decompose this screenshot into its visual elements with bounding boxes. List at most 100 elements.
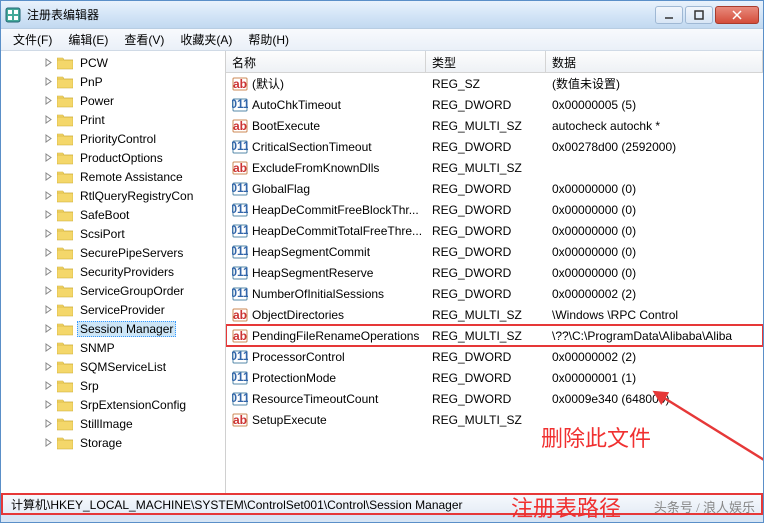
- menu-help[interactable]: 帮助(H): [240, 29, 297, 50]
- tree-item[interactable]: ServiceProvider: [1, 300, 225, 319]
- cell-type: REG_DWORD: [426, 96, 546, 114]
- expand-icon[interactable]: [43, 285, 54, 296]
- tree-item[interactable]: RtlQueryRegistryCon: [1, 186, 225, 205]
- maximize-button[interactable]: [685, 6, 713, 24]
- string-value-icon: ab: [232, 328, 248, 344]
- cell-name: abExcludeFromKnownDlls: [226, 158, 426, 178]
- list-row[interactable]: 011ProcessorControlREG_DWORD0x00000002 (…: [226, 346, 763, 367]
- folder-icon: [57, 436, 73, 450]
- list-row[interactable]: abExcludeFromKnownDllsREG_MULTI_SZ: [226, 157, 763, 178]
- cell-type: REG_MULTI_SZ: [426, 159, 546, 177]
- menu-view[interactable]: 查看(V): [116, 29, 172, 50]
- menu-file[interactable]: 文件(F): [5, 29, 60, 50]
- cell-data: autocheck autochk *: [546, 117, 763, 135]
- header-data[interactable]: 数据: [546, 51, 763, 72]
- tree-item[interactable]: Srp: [1, 376, 225, 395]
- binary-value-icon: 011: [232, 286, 248, 302]
- expand-icon[interactable]: [43, 95, 54, 106]
- tree-item[interactable]: SrpExtensionConfig: [1, 395, 225, 414]
- tree-item[interactable]: SafeBoot: [1, 205, 225, 224]
- expand-icon[interactable]: [43, 57, 54, 68]
- folder-icon: [57, 303, 73, 317]
- tree-item[interactable]: PriorityControl: [1, 129, 225, 148]
- list-panel: 名称 类型 数据 ab(默认)REG_SZ(数值未设置)011AutoChkTi…: [226, 51, 763, 493]
- list-row[interactable]: abPendingFileRenameOperationsREG_MULTI_S…: [226, 325, 763, 346]
- cell-name: 011HeapSegmentCommit: [226, 242, 426, 262]
- expand-icon[interactable]: [43, 399, 54, 410]
- svg-text:011: 011: [232, 139, 248, 153]
- list-row[interactable]: 011HeapDeCommitFreeBlockThr...REG_DWORD0…: [226, 199, 763, 220]
- value-name: PendingFileRenameOperations: [252, 329, 419, 343]
- list-row[interactable]: 011NumberOfInitialSessionsREG_DWORD0x000…: [226, 283, 763, 304]
- menu-favorites[interactable]: 收藏夹(A): [172, 29, 240, 50]
- expand-icon[interactable]: [43, 114, 54, 125]
- list-row[interactable]: 011GlobalFlagREG_DWORD0x00000000 (0): [226, 178, 763, 199]
- list-row[interactable]: 011ProtectionModeREG_DWORD0x00000001 (1): [226, 367, 763, 388]
- list-row[interactable]: 011ResourceTimeoutCountREG_DWORD0x0009e3…: [226, 388, 763, 409]
- folder-icon: [57, 417, 73, 431]
- value-name: ObjectDirectories: [252, 308, 344, 322]
- expand-icon[interactable]: [43, 171, 54, 182]
- expand-icon[interactable]: [43, 304, 54, 315]
- menu-edit[interactable]: 编辑(E): [60, 29, 116, 50]
- expand-icon[interactable]: [43, 266, 54, 277]
- binary-value-icon: 011: [232, 391, 248, 407]
- list-row[interactable]: ab(默认)REG_SZ(数值未设置): [226, 73, 763, 94]
- expand-icon[interactable]: [43, 190, 54, 201]
- expand-icon[interactable]: [43, 361, 54, 372]
- list-row[interactable]: abSetupExecuteREG_MULTI_SZ: [226, 409, 763, 430]
- tree-item[interactable]: Power: [1, 91, 225, 110]
- tree-item[interactable]: PnP: [1, 72, 225, 91]
- tree-item[interactable]: Print: [1, 110, 225, 129]
- string-value-icon: ab: [232, 118, 248, 134]
- tree-container[interactable]: PCWPnPPowerPrintPriorityControlProductOp…: [1, 51, 225, 493]
- close-button[interactable]: [715, 6, 759, 24]
- list-row[interactable]: 011HeapDeCommitTotalFreeThre...REG_DWORD…: [226, 220, 763, 241]
- minimize-button[interactable]: [655, 6, 683, 24]
- tree-item[interactable]: ScsiPort: [1, 224, 225, 243]
- expand-icon[interactable]: [43, 342, 54, 353]
- cell-name: abBootExecute: [226, 116, 426, 136]
- tree-item[interactable]: Storage: [1, 433, 225, 452]
- tree-item[interactable]: Remote Assistance: [1, 167, 225, 186]
- tree-item-label: ScsiPort: [77, 227, 128, 241]
- expand-icon[interactable]: [43, 437, 54, 448]
- tree-item[interactable]: SQMServiceList: [1, 357, 225, 376]
- list-row[interactable]: abObjectDirectoriesREG_MULTI_SZ\Windows …: [226, 304, 763, 325]
- header-type[interactable]: 类型: [426, 51, 546, 72]
- list-row[interactable]: 011HeapSegmentReserveREG_DWORD0x00000000…: [226, 262, 763, 283]
- expand-icon[interactable]: [43, 76, 54, 87]
- expand-icon[interactable]: [43, 228, 54, 239]
- list-row[interactable]: 011CriticalSectionTimeoutREG_DWORD0x0027…: [226, 136, 763, 157]
- list-row[interactable]: 011AutoChkTimeoutREG_DWORD0x00000005 (5): [226, 94, 763, 115]
- folder-icon: [57, 322, 73, 336]
- list-row[interactable]: abBootExecuteREG_MULTI_SZautocheck autoc…: [226, 115, 763, 136]
- cell-data: 0x00000000 (0): [546, 264, 763, 282]
- tree-item[interactable]: SecurityProviders: [1, 262, 225, 281]
- expand-icon[interactable]: [43, 152, 54, 163]
- svg-text:ab: ab: [233, 329, 247, 343]
- expand-icon[interactable]: [43, 380, 54, 391]
- tree-item[interactable]: SNMP: [1, 338, 225, 357]
- expand-icon[interactable]: [43, 209, 54, 220]
- tree-item[interactable]: ProductOptions: [1, 148, 225, 167]
- registry-editor-window: 注册表编辑器 文件(F) 编辑(E) 查看(V) 收藏夹(A) 帮助(H) PC…: [0, 0, 764, 523]
- tree-item-label: StillImage: [77, 417, 136, 431]
- tree-item[interactable]: StillImage: [1, 414, 225, 433]
- tree-item[interactable]: ServiceGroupOrder: [1, 281, 225, 300]
- tree-item[interactable]: PCW: [1, 53, 225, 72]
- list-body[interactable]: ab(默认)REG_SZ(数值未设置)011AutoChkTimeoutREG_…: [226, 73, 763, 493]
- value-name: ProcessorControl: [252, 350, 345, 364]
- header-name[interactable]: 名称: [226, 51, 426, 72]
- tree-item-label: SecurePipeServers: [77, 246, 186, 260]
- expand-icon[interactable]: [43, 323, 54, 334]
- expand-icon[interactable]: [43, 418, 54, 429]
- expand-icon[interactable]: [43, 133, 54, 144]
- list-row[interactable]: 011HeapSegmentCommitREG_DWORD0x00000000 …: [226, 241, 763, 262]
- tree-item[interactable]: SecurePipeServers: [1, 243, 225, 262]
- folder-icon: [57, 227, 73, 241]
- tree-item-label: SrpExtensionConfig: [77, 398, 189, 412]
- statusbar: 计算机\HKEY_LOCAL_MACHINE\SYSTEM\ControlSet…: [1, 493, 763, 515]
- expand-icon[interactable]: [43, 247, 54, 258]
- tree-item[interactable]: Session Manager: [1, 319, 225, 338]
